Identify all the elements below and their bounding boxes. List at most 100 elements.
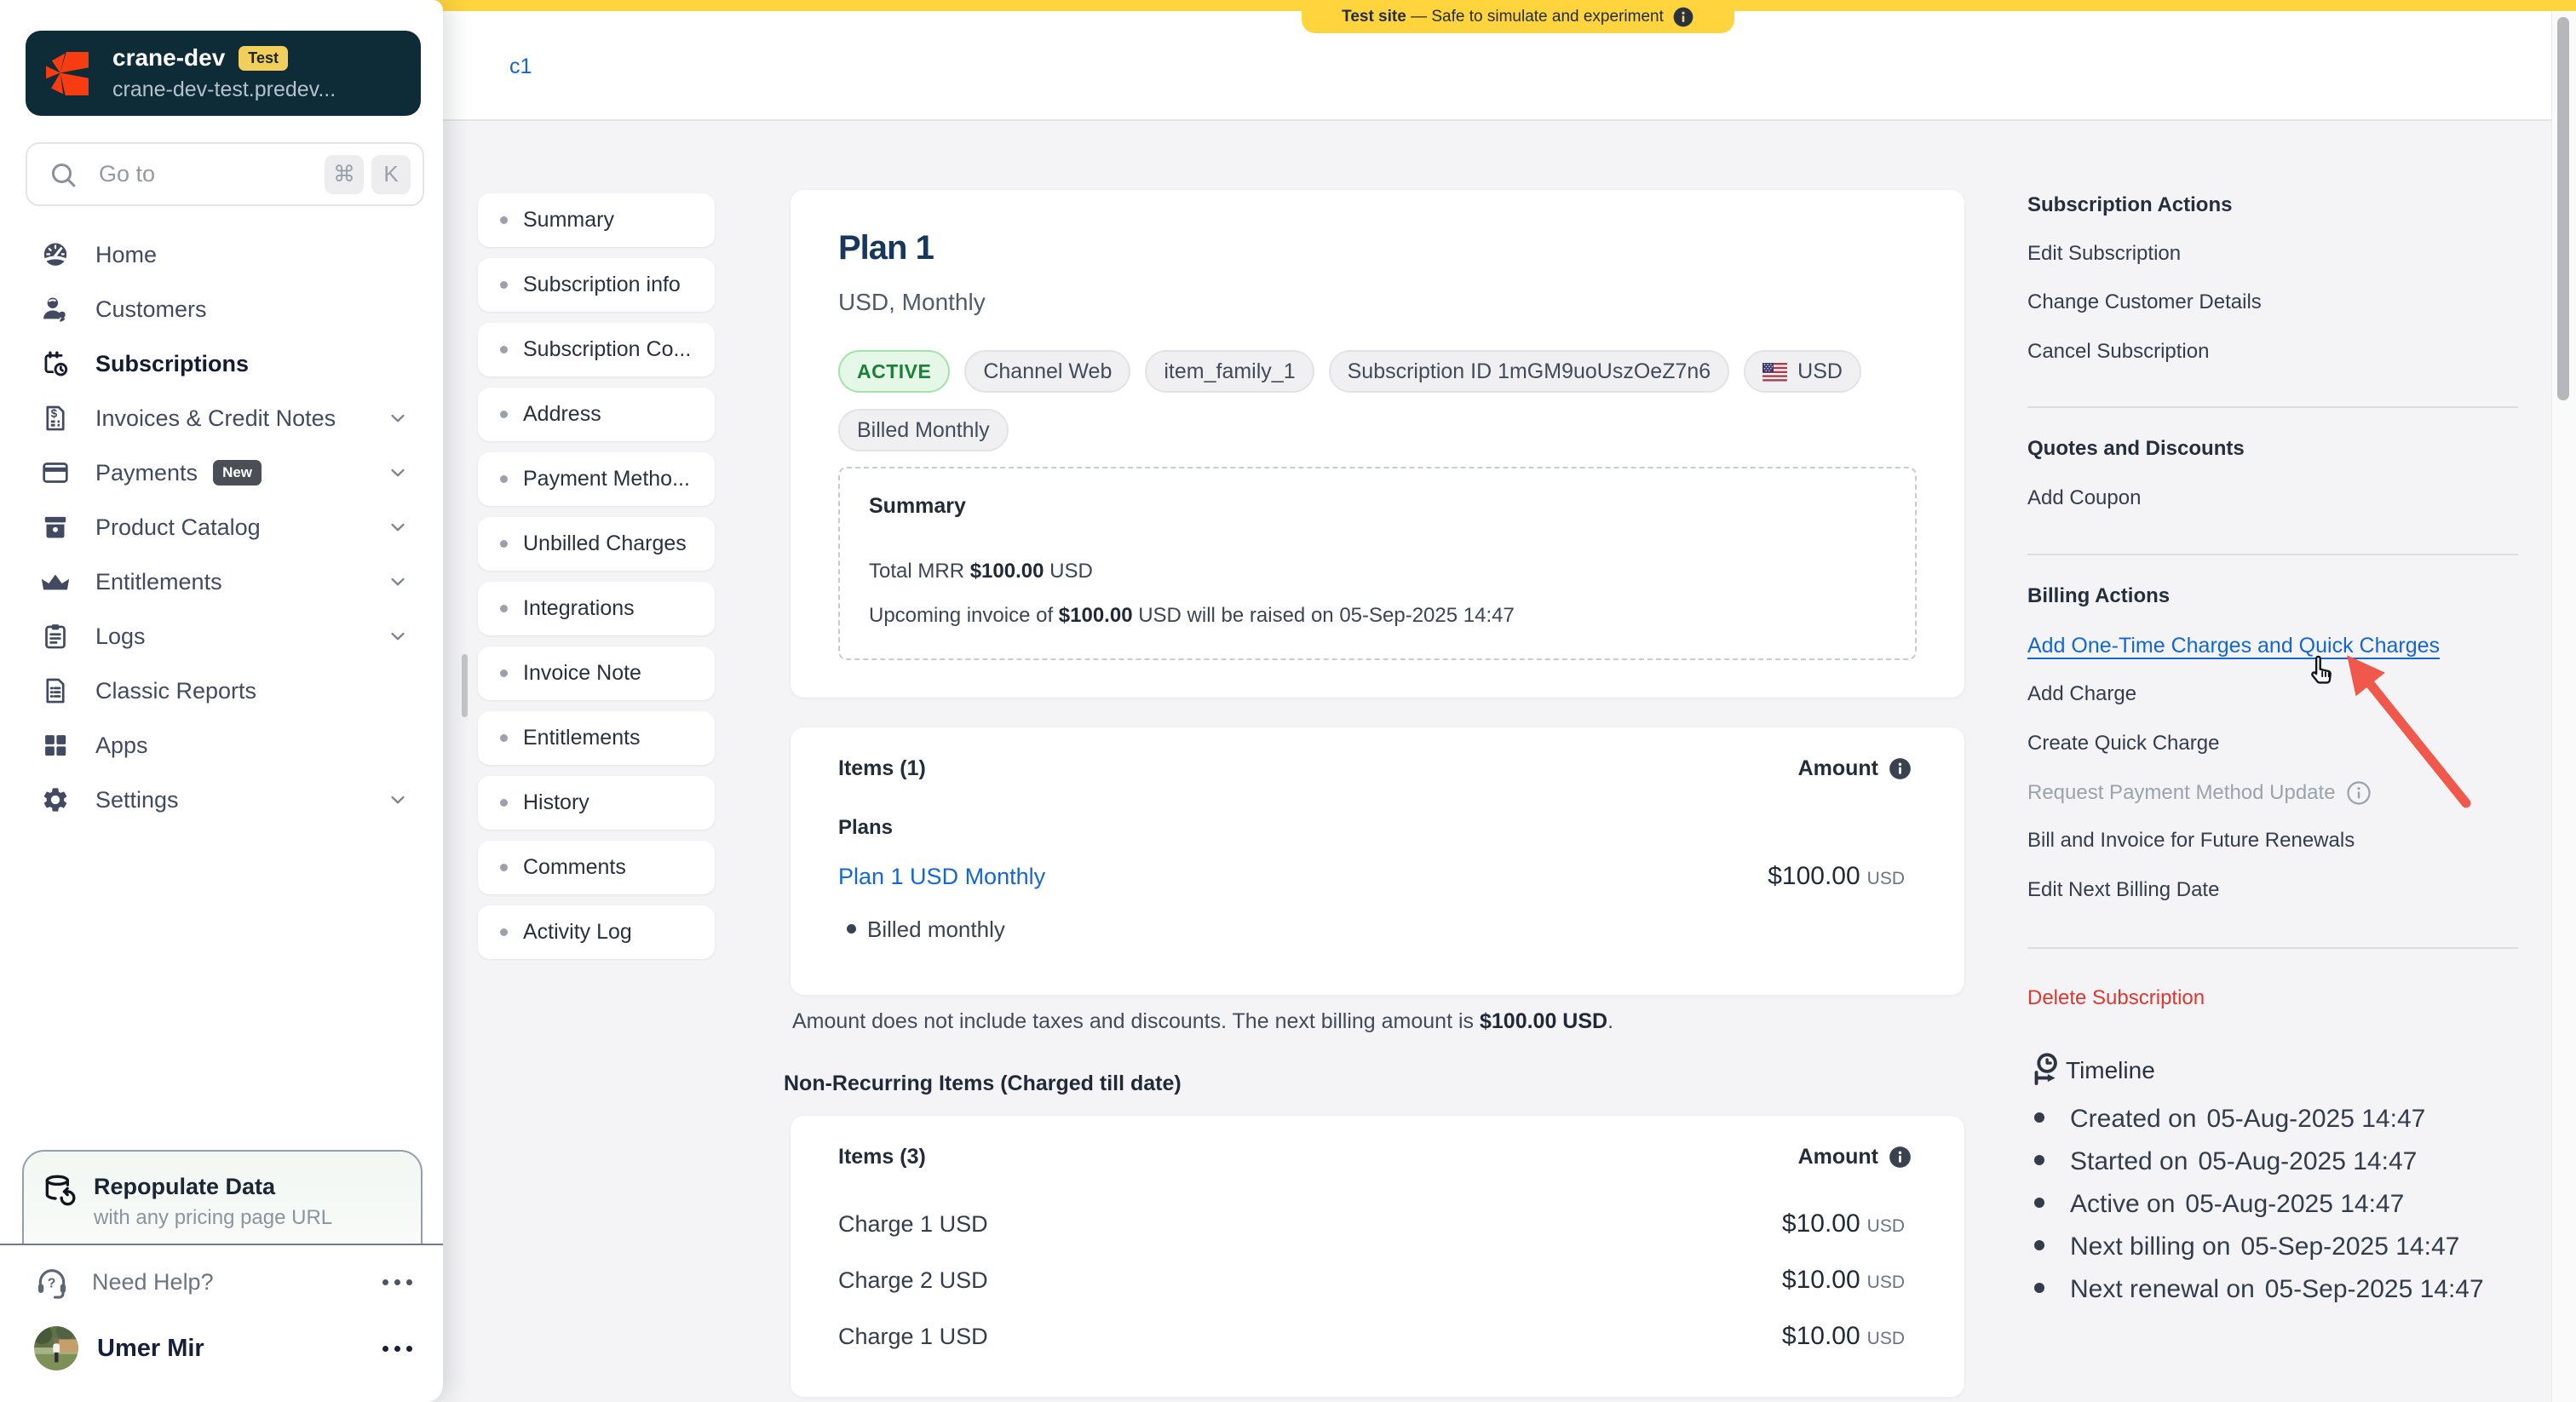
chevron-down-icon — [387, 625, 409, 647]
org-logo-icon — [46, 52, 89, 95]
sidebar-item-entitlements[interactable]: Entitlements — [0, 554, 443, 609]
plan-title: Plan 1 — [838, 231, 934, 265]
sidebar-item-invoices[interactable]: $ Invoices & Credit Notes — [0, 391, 443, 445]
breadcrumb-customer-link[interactable]: c1 — [509, 55, 532, 79]
billing-frequency-badge: Billed Monthly — [838, 409, 1009, 451]
change-customer-details-action[interactable]: Change Customer Details — [2027, 290, 2262, 314]
subnav-item-subscription-info[interactable]: Subscription info — [478, 258, 715, 312]
more-menu-icon[interactable] — [382, 1279, 412, 1285]
add-one-time-charges-action[interactable]: Add One-Time Charges and Quick Charges — [2027, 634, 2440, 658]
sidebar-item-subscriptions[interactable]: Subscriptions — [0, 336, 443, 391]
info-icon[interactable] — [1672, 6, 1694, 28]
edit-next-billing-date-action[interactable]: Edit Next Billing Date — [2027, 878, 2219, 902]
sidebar-item-settings[interactable]: Settings — [0, 773, 443, 827]
subnav-item-activity-log[interactable]: Activity Log — [478, 905, 715, 959]
bullet-dot — [500, 605, 508, 612]
chevron-down-icon — [387, 516, 409, 538]
user-menu-item[interactable]: Umer Mir — [0, 1320, 443, 1376]
new-badge: New — [213, 460, 262, 486]
org-switcher[interactable]: crane-dev Test crane-dev-test.predev... — [26, 31, 421, 116]
sidebar-item-logs[interactable]: Logs — [0, 609, 443, 664]
page-scrollbar-track[interactable] — [2551, 10, 2576, 1402]
need-help-item[interactable]: ? Need Help? — [0, 1254, 443, 1310]
chevron-down-icon — [387, 462, 409, 484]
subnav-item-history[interactable]: History — [478, 776, 715, 830]
amount-header: Amount — [1798, 756, 1912, 781]
request-payment-method-update-action: Request Payment Method Update — [2027, 780, 2372, 806]
subnav-item-subscription-co[interactable]: Subscription Co... — [478, 323, 715, 376]
subscription-id-badge: Subscription ID 1mGM9uoUszOeZ7n6 — [1329, 350, 1730, 393]
timeline-event: Next renewal on05-Sep-2025 14:47 — [2034, 1275, 2484, 1304]
bullet-dot — [500, 281, 508, 289]
sidebar-item-customers[interactable]: Customers — [0, 282, 443, 336]
charge-row: Charge 1 USD$10.00USD — [838, 1210, 1905, 1238]
sidebar-item-classic-reports[interactable]: Classic Reports — [0, 664, 443, 718]
items-count-label: Items (3) — [838, 1145, 926, 1169]
plan-billing-note: Billed monthly — [847, 916, 1005, 943]
amount-header: Amount — [1798, 1145, 1912, 1169]
search-box[interactable]: Go to ⌘ K — [26, 142, 424, 206]
subnav-item-payment-method[interactable]: Payment Metho... — [478, 452, 715, 506]
subnav-item-address[interactable]: Address — [478, 388, 715, 441]
upcoming-invoice-line: Upcoming invoice of $100.00 USD will be … — [869, 604, 1886, 628]
create-quick-charge-action[interactable]: Create Quick Charge — [2027, 732, 2219, 756]
timeline-event: Active on05-Aug-2025 14:47 — [2034, 1190, 2404, 1219]
channel-badge: Channel Web — [964, 350, 1130, 393]
plan-line-item: Plan 1 USD Monthly $100.00USD — [838, 862, 1905, 891]
page-scrollbar-thumb[interactable] — [2557, 17, 2569, 400]
edit-subscription-action[interactable]: Edit Subscription — [2027, 242, 2181, 266]
subnav-item-unbilled-charges[interactable]: Unbilled Charges — [478, 517, 715, 571]
cancel-subscription-action[interactable]: Cancel Subscription — [2027, 340, 2209, 364]
non-recurring-card: Items (3) Amount Charge 1 USD$10.00USD C… — [791, 1116, 1964, 1397]
sidebar-item-payments[interactable]: Payments New — [0, 445, 443, 500]
cmd-keycap: ⌘ — [325, 155, 364, 194]
subnav-item-integrations[interactable]: Integrations — [478, 582, 715, 635]
plan-subtitle: USD, Monthly — [838, 289, 986, 316]
org-test-badge: Test — [239, 46, 288, 71]
sidebar-item-home[interactable]: Home — [0, 227, 443, 282]
plan-summary-card: Plan 1 USD, Monthly ACTIVE Channel Web i… — [791, 190, 1964, 698]
sidebar-footer: ? Need Help? Umer Mir — [0, 1244, 443, 1402]
subscriptions-icon — [41, 349, 70, 378]
subnav-item-invoice-note[interactable]: Invoice Note — [478, 646, 715, 700]
user-name: Umer Mir — [97, 1335, 382, 1363]
delete-subscription-action[interactable]: Delete Subscription — [2027, 986, 2205, 1010]
test-site-banner: Test site — Safe to simulate and experim… — [1302, 0, 1734, 33]
summary-box-title: Summary — [869, 494, 1886, 519]
item-family-badge: item_family_1 — [1145, 350, 1314, 393]
svg-text:?: ? — [48, 1276, 56, 1290]
bullet-dot — [500, 734, 508, 742]
status-badge: ACTIVE — [838, 350, 950, 393]
repopulate-database-icon — [43, 1174, 77, 1208]
subnav-scrollbar-thumb[interactable] — [462, 654, 468, 717]
plans-group-label: Plans — [838, 816, 893, 840]
more-menu-icon[interactable] — [382, 1346, 412, 1352]
svg-text:$: $ — [51, 407, 58, 420]
sidebar-item-apps[interactable]: Apps — [0, 718, 443, 773]
divider — [2027, 554, 2518, 555]
charge-row: Charge 1 USD$10.00USD — [838, 1322, 1905, 1351]
divider — [2027, 406, 2518, 408]
sidebar-item-product-catalog[interactable]: Product Catalog — [0, 500, 443, 554]
info-icon[interactable] — [1889, 757, 1912, 780]
payments-icon — [41, 458, 70, 487]
bullet-dot — [500, 540, 508, 548]
billing-actions-heading: Billing Actions — [2027, 584, 2170, 608]
subnav-item-comments[interactable]: Comments — [478, 841, 715, 894]
plan-item-link[interactable]: Plan 1 USD Monthly — [838, 864, 1045, 890]
repopulate-title: Repopulate Data — [94, 1174, 332, 1200]
subnav-item-summary[interactable]: Summary — [478, 193, 715, 247]
timeline-event: Created on05-Aug-2025 14:47 — [2034, 1105, 2425, 1134]
add-coupon-action[interactable]: Add Coupon — [2027, 486, 2141, 510]
chevron-down-icon — [387, 407, 409, 429]
info-icon[interactable] — [1889, 1146, 1912, 1169]
bullet-dot — [500, 216, 508, 224]
subnav-item-entitlements[interactable]: Entitlements — [478, 711, 715, 765]
timeline-heading: Timeline — [2027, 1053, 2155, 1089]
apps-icon — [41, 731, 70, 760]
bullet-dot — [500, 411, 508, 418]
logs-icon — [41, 622, 70, 651]
search-placeholder: Go to — [99, 161, 317, 187]
bill-invoice-future-renewals-action[interactable]: Bill and Invoice for Future Renewals — [2027, 829, 2355, 853]
add-charge-action[interactable]: Add Charge — [2027, 682, 2136, 706]
